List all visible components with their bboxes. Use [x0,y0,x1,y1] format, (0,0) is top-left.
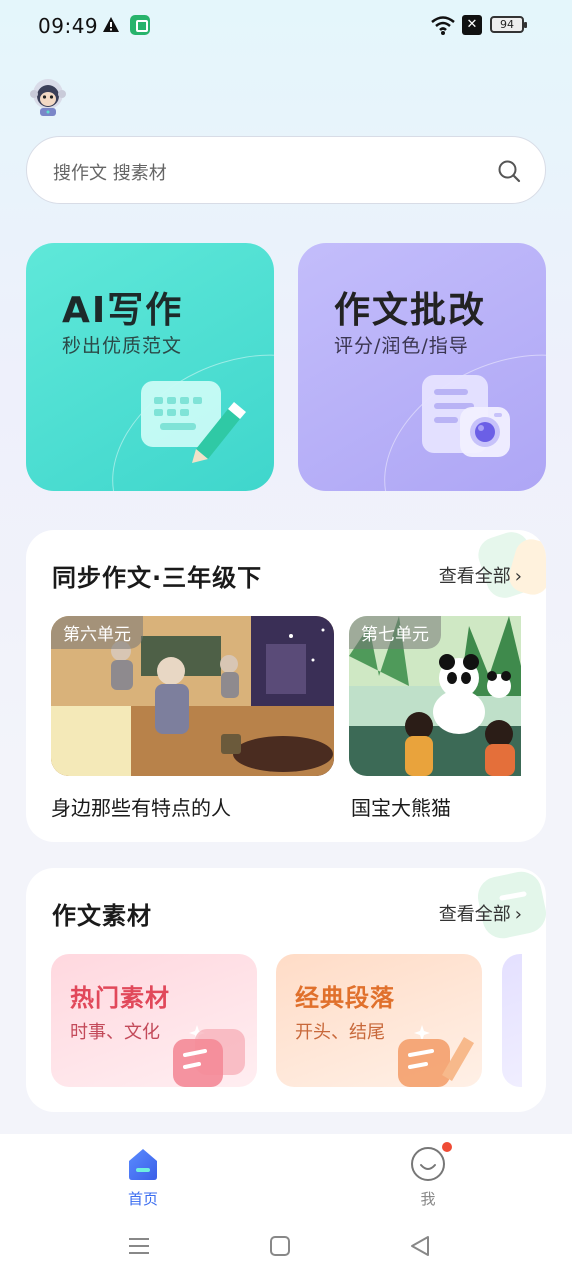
keyboard-pen-icon [141,381,246,463]
classic-paragraphs-subtitle: 开头、结尾 [295,1022,385,1043]
classic-paragraphs-card[interactable]: 经典段落 开头、结尾 [276,954,482,1087]
essay-correction-subtitle: 评分/润色/指导 [334,335,469,357]
status-time: 09:49 [38,14,99,38]
battery-indicator: 94 [490,16,527,33]
classic-paragraphs-title: 经典段落 [295,984,395,1012]
sync-essay-title: 同步作文·三年级下 [52,564,263,592]
hot-materials-title: 热门素材 [70,984,170,1012]
ai-writing-subtitle: 秒出优质范文 [62,335,183,357]
unit-card-6[interactable]: 第六单元 [51,616,334,776]
nav-home-label: 首页 [127,1190,158,1208]
hot-materials-card[interactable]: 热门素材 时事、文化 [51,954,257,1087]
essay-correction-title: 作文批改 [334,290,487,331]
nav-home-tab[interactable]: 首页 [113,1146,173,1210]
document-camera-icon [422,375,510,457]
unit-name[interactable]: 身边那些有特点的人 [51,792,231,821]
sync-view-all-link[interactable]: 查看全部 › [439,562,522,588]
back-icon[interactable] [408,1234,432,1258]
more-materials-card[interactable] [502,954,522,1087]
materials-view-all-link[interactable]: 查看全部 › [439,900,522,926]
search-icon[interactable] [497,159,521,183]
home-icon [129,1149,157,1180]
search-placeholder: 搜作文 搜素材 [53,163,167,184]
menu-icon[interactable] [127,1234,151,1258]
notification-dot [442,1142,452,1152]
view-all-label: 查看全部 [438,566,511,587]
profile-smile-icon [411,1147,445,1181]
chevron-right-icon: › [514,566,522,587]
ai-writing-title: AI写作 [62,290,184,331]
nav-me-label: 我 [420,1190,436,1208]
essay-materials-title: 作文素材 [52,902,152,930]
wifi-icon [431,16,455,35]
bottom-nav: 首页 我 [0,1134,572,1222]
system-nav-bar [0,1222,572,1280]
unit-name[interactable]: 国宝大熊猫 [351,792,451,821]
unit-tag: 第七单元 [349,616,441,649]
status-bar: 09:49 ✕ 94 [0,0,572,52]
essay-materials-section: 作文素材 查看全部 › 热门素材 时事、文化 经典段落 开头、结尾 [26,868,546,1112]
search-input[interactable]: 搜作文 搜素材 [26,136,546,204]
chevron-right-icon: › [514,904,522,925]
view-all-label: 查看全部 [438,904,511,925]
ai-writing-card[interactable]: AI写作 秒出优质范文 [26,243,274,491]
home-button-icon[interactable] [268,1234,292,1258]
warning-icon [103,17,119,32]
hot-materials-subtitle: 时事、文化 [70,1022,160,1043]
security-shield-icon [130,15,150,35]
nav-me-tab[interactable]: 我 [398,1142,458,1210]
unit-card-7[interactable]: 第七单元 [349,616,521,776]
no-sim-icon: ✕ [462,15,482,35]
essay-correction-card[interactable]: 作文批改 评分/润色/指导 [298,243,546,491]
avatar[interactable] [27,76,69,118]
sync-essay-section: 同步作文·三年级下 查看全部 › 第六单元 身边那些有特点的人 第七单元 国宝大… [26,530,546,842]
unit-tag: 第六单元 [51,616,143,649]
chat-note-icon [173,1025,245,1087]
document-pen-icon [398,1025,474,1087]
